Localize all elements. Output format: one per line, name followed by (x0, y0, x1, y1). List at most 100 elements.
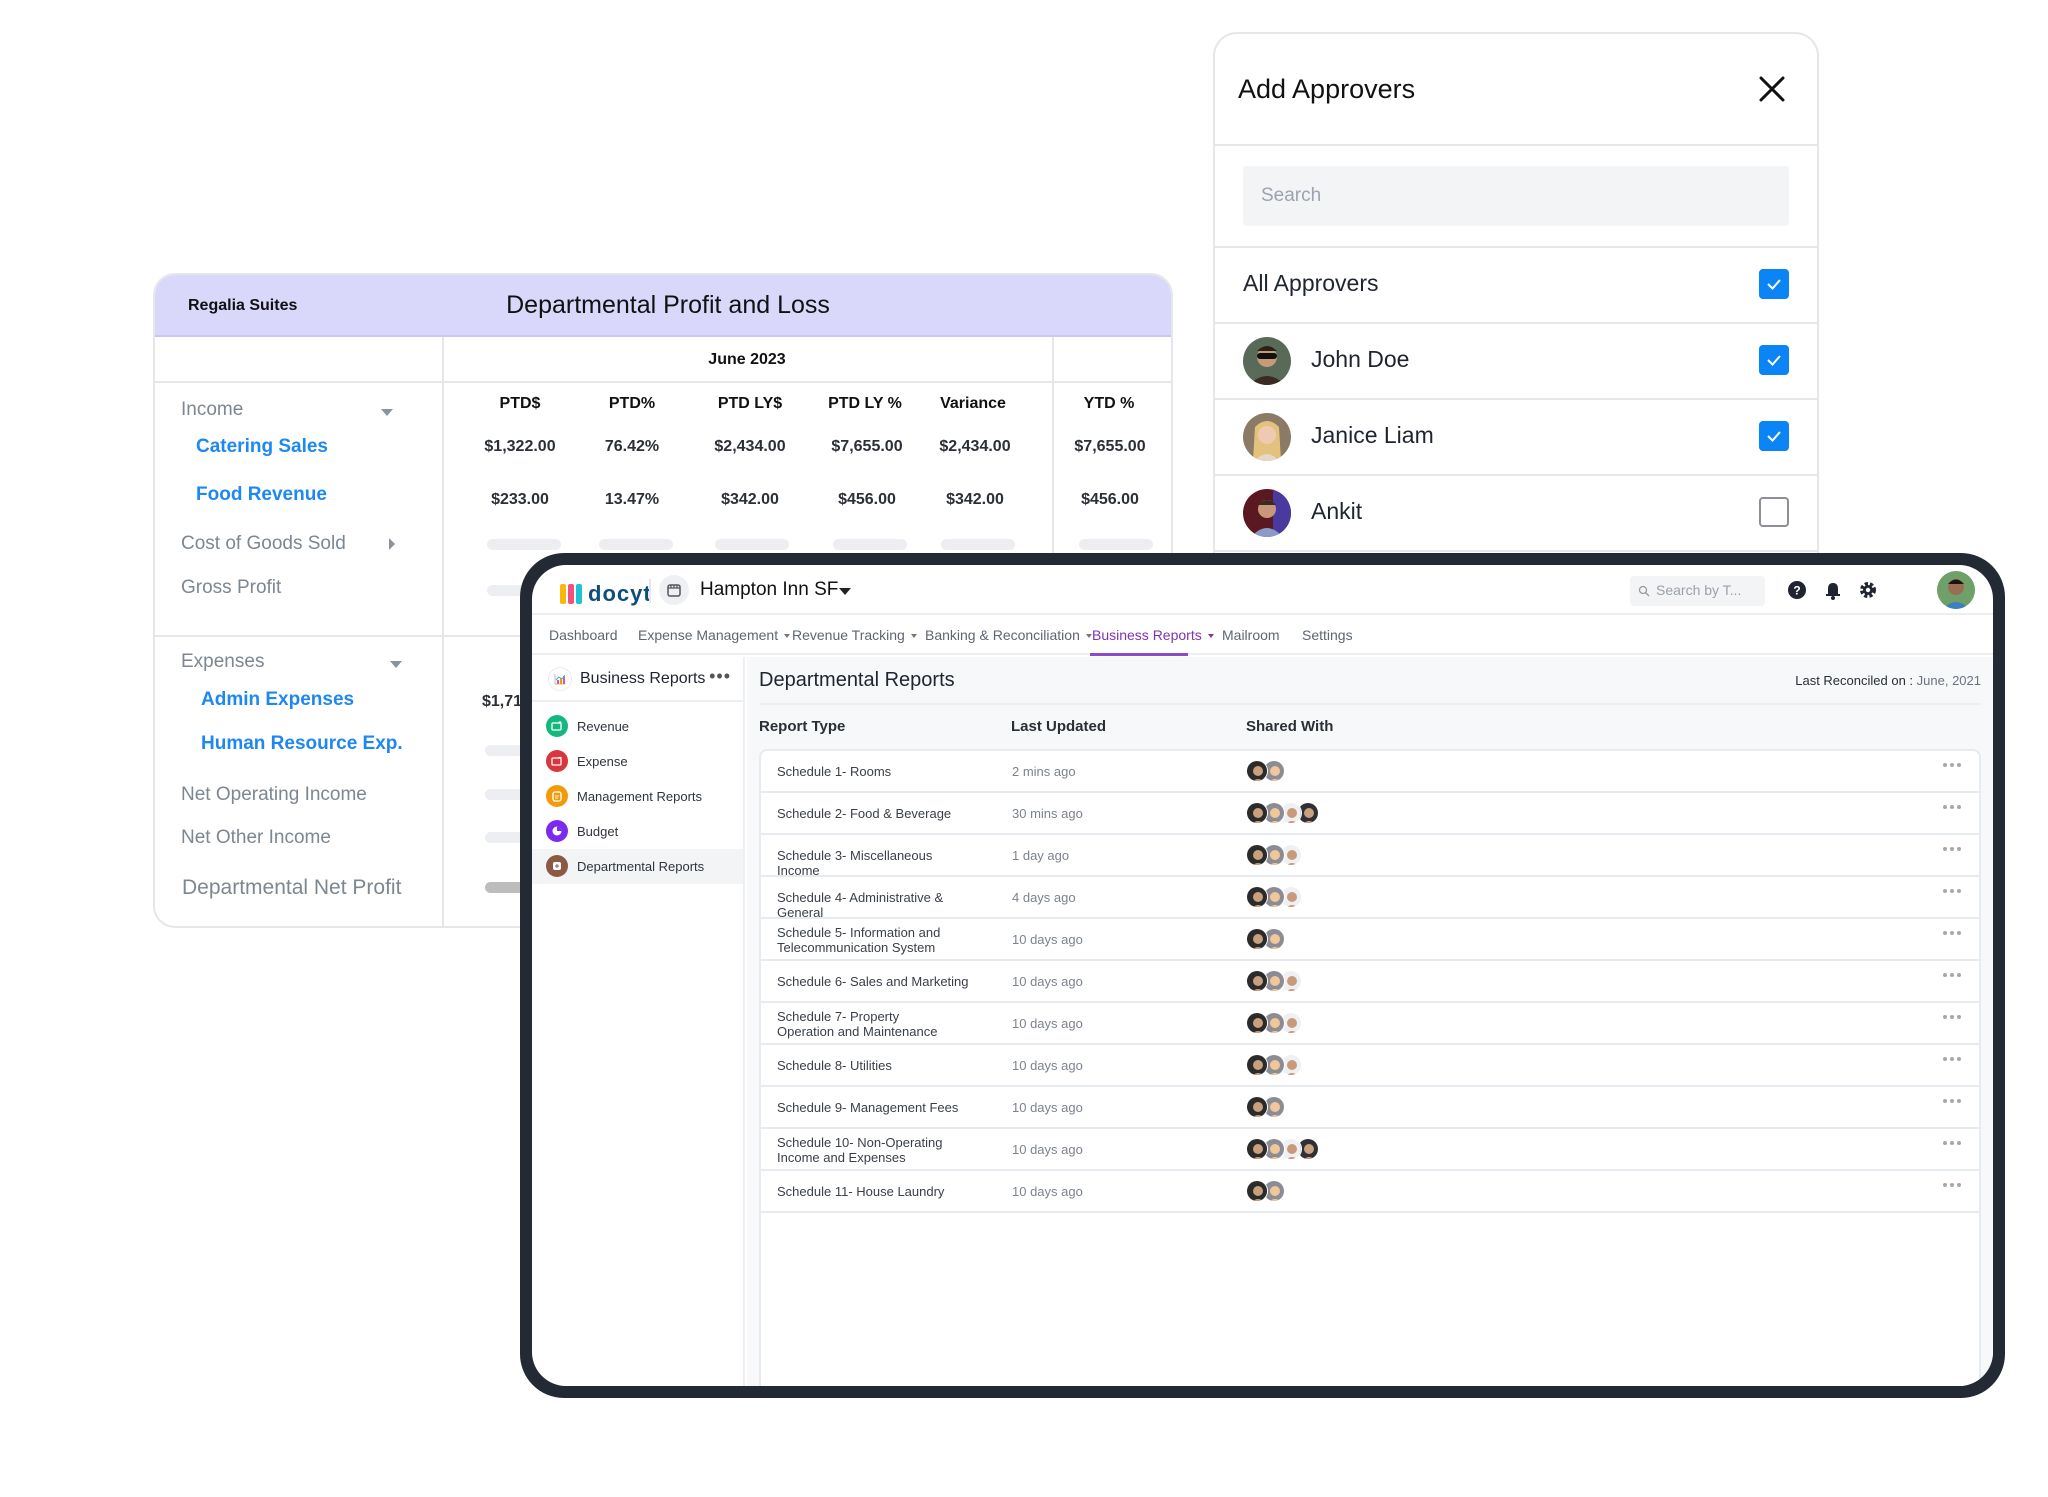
more-dots-icon[interactable] (1943, 1015, 1961, 1019)
chevron-down-icon[interactable] (839, 588, 851, 595)
sidebar-item-label: Revenue (577, 719, 630, 734)
all-approvers-row[interactable]: All Approvers (1215, 247, 1817, 322)
more-dots-icon[interactable] (1943, 889, 1961, 893)
col-header-shared-with[interactable]: Shared With (1246, 718, 1333, 735)
table-row[interactable]: Schedule 3- Miscellaneous Income 1 day ag… (761, 835, 1979, 878)
approver-row[interactable]: Ankit (1215, 475, 1817, 550)
report-name[interactable]: Schedule 2- Food & Beverage (777, 806, 977, 821)
table-row[interactable]: Schedule 10- Non-Operating Income and Ex… (761, 1129, 1979, 1171)
table-row[interactable]: Schedule 2- Food & Beverage 30 mins ago (761, 793, 1979, 835)
sidebar-item-departmental-reports[interactable]: Departmental Reports (532, 849, 743, 884)
report-name[interactable]: Schedule 3- Miscellaneous Income (777, 848, 977, 878)
row-admin-expenses[interactable]: Admin Expenses (201, 689, 354, 711)
col-header-ptd-ly-dollar: PTD LY$ (717, 395, 783, 412)
more-dots-icon[interactable]: ••• (709, 666, 731, 687)
report-name[interactable]: Schedule 1- Rooms (777, 764, 977, 779)
table-row[interactable]: Schedule 8- Utilities 10 days ago (761, 1045, 1979, 1087)
last-updated: 2 mins ago (1012, 764, 1076, 779)
close-icon[interactable] (1757, 74, 1787, 104)
col-header-last-updated[interactable]: Last Updated (1011, 718, 1106, 735)
docyt-logo[interactable]: docyt (560, 581, 652, 607)
approver-row[interactable]: John Doe (1215, 323, 1817, 398)
table-row[interactable]: Schedule 9- Management Fees 10 days ago (761, 1087, 1979, 1129)
gear-icon[interactable] (1857, 579, 1879, 601)
more-dots-icon[interactable] (1943, 1183, 1961, 1187)
more-dots-icon[interactable] (1943, 1057, 1961, 1061)
cell-value: $342.00 (721, 491, 779, 508)
table-row[interactable]: Schedule 4- Administrative & General 4 da… (761, 877, 1979, 920)
nav-mailroom[interactable]: Mailroom (1222, 627, 1280, 643)
report-name[interactable]: Schedule 10- Non-Operating Income and Ex… (777, 1135, 957, 1165)
approver-checkbox[interactable] (1759, 497, 1789, 527)
more-dots-icon[interactable] (1943, 1141, 1961, 1145)
chevron-down-icon[interactable] (381, 409, 393, 416)
row-catering-sales[interactable]: Catering Sales (196, 436, 328, 458)
row-human-resource-exp[interactable]: Human Resource Exp. (201, 733, 403, 755)
chevron-down-icon[interactable] (390, 661, 402, 668)
report-name[interactable]: Schedule 8- Utilities (777, 1058, 977, 1073)
sidebar-item-label: Budget (577, 824, 619, 839)
global-search-input[interactable]: Search by T... (1630, 576, 1765, 606)
sidebar-item-management-reports[interactable]: Management Reports (532, 779, 743, 814)
top-bar: docyt Hampton Inn SF Search by T... ? (532, 565, 1993, 615)
approver-search-input[interactable] (1243, 166, 1789, 226)
nav-business-reports[interactable]: Business Reports (1092, 627, 1214, 643)
cell-value: $2,434.00 (939, 438, 1011, 455)
last-updated: 10 days ago (1012, 1100, 1083, 1115)
table-row[interactable]: Schedule 6- Sales and Marketing 10 days a… (761, 961, 1979, 1003)
active-tab-indicator (1090, 653, 1188, 656)
row-income[interactable]: Income (181, 399, 243, 421)
sidebar-item-revenue[interactable]: Revenue (532, 709, 743, 744)
avatar (1246, 760, 1268, 782)
nav-settings[interactable]: Settings (1302, 627, 1353, 643)
all-approvers-checkbox[interactable] (1759, 269, 1789, 299)
business-selector[interactable]: Hampton Inn SF (700, 579, 838, 601)
avatar (1246, 844, 1268, 866)
row-food-revenue[interactable]: Food Revenue (196, 484, 327, 506)
sidebar-item-expense[interactable]: Expense (532, 744, 743, 779)
user-avatar[interactable] (1937, 571, 1975, 609)
sidebar-item-label: Management Reports (577, 789, 703, 804)
chevron-right-icon[interactable] (389, 538, 395, 550)
report-name[interactable]: Schedule 11- House Laundry (777, 1184, 977, 1199)
row-expenses[interactable]: Expenses (181, 651, 264, 673)
report-name[interactable]: Schedule 5- Information and Telecommunic… (777, 925, 957, 955)
more-dots-icon[interactable] (1943, 763, 1961, 767)
row-cost-of-goods-sold[interactable]: Cost of Goods Sold (181, 533, 346, 555)
col-header-ytd-percent: YTD % (1083, 395, 1135, 412)
col-header-report-type[interactable]: Report Type (759, 718, 845, 735)
more-dots-icon[interactable] (1943, 847, 1961, 851)
nav-expense-management[interactable]: Expense Management (638, 627, 791, 643)
approver-row[interactable]: Janice Liam (1215, 399, 1817, 474)
report-name[interactable]: Schedule 9- Management Fees (777, 1100, 977, 1115)
bell-icon[interactable] (1822, 579, 1844, 601)
reconciled-label: Last Reconciled on : (1795, 673, 1914, 688)
chart-icon (548, 667, 572, 691)
col-header-variance: Variance (940, 395, 1006, 412)
table-row[interactable]: Schedule 11- House Laundry 10 days ago (761, 1171, 1979, 1213)
table-row[interactable]: Schedule 7- Property Operation and Maint… (761, 1003, 1979, 1045)
more-dots-icon[interactable] (1943, 931, 1961, 935)
cell-value: $456.00 (838, 491, 896, 508)
cell-value: $7,655.00 (1074, 438, 1146, 455)
more-dots-icon[interactable] (1943, 805, 1961, 809)
report-name[interactable]: Schedule 4- Administrative & General (777, 890, 977, 920)
more-dots-icon[interactable] (1943, 973, 1961, 977)
table-row[interactable]: Schedule 5- Information and Telecommunic… (761, 919, 1979, 961)
nav-dashboard[interactable]: Dashboard (549, 627, 618, 643)
loading-placeholder (833, 539, 907, 550)
sidebar-item-budget[interactable]: Budget (532, 814, 743, 849)
divider (1215, 550, 1817, 552)
approver-checkbox[interactable] (1759, 345, 1789, 375)
report-name[interactable]: Schedule 6- Sales and Marketing (777, 974, 977, 989)
more-dots-icon[interactable] (1943, 1099, 1961, 1103)
table-row[interactable]: Schedule 1- Rooms 2 mins ago (761, 751, 1979, 793)
report-name[interactable]: Schedule 7- Property Operation and Maint… (777, 1009, 957, 1039)
reconciled-value: June, 2021 (1916, 673, 1981, 688)
nav-revenue-tracking[interactable]: Revenue Tracking (792, 627, 917, 643)
reports-table: Schedule 1- Rooms 2 mins ago Schedule 2- F… (759, 749, 1981, 1386)
nav-banking-reconciliation[interactable]: Banking & Reconciliation (925, 627, 1092, 643)
divider (759, 703, 1981, 705)
help-icon[interactable]: ? (1786, 579, 1808, 601)
approver-checkbox[interactable] (1759, 421, 1789, 451)
